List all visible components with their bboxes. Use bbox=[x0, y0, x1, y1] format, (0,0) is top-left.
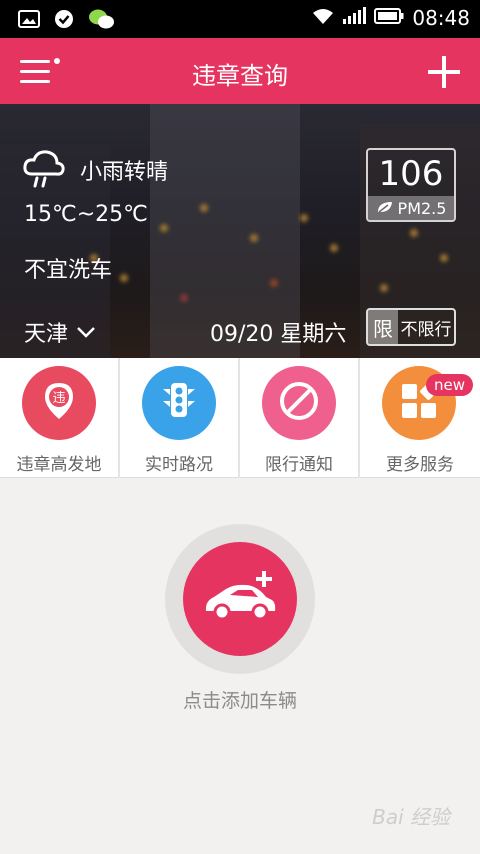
pm25-box[interactable]: 106 PM2.5 bbox=[366, 148, 456, 222]
add-vehicle-button[interactable] bbox=[183, 542, 297, 656]
watermark: Bai 经验 bbox=[372, 805, 450, 829]
wifi-icon bbox=[312, 7, 334, 29]
quick-item-label: 限行通知 bbox=[265, 455, 333, 475]
quick-item-traffic[interactable]: 实时路况 bbox=[120, 358, 240, 478]
svg-text:违: 违 bbox=[52, 391, 65, 406]
quick-item-label: 违章高发地 bbox=[16, 455, 102, 475]
quick-item-label: 更多服务 bbox=[386, 455, 454, 475]
pm25-value: 106 bbox=[378, 154, 444, 194]
quick-menu: 违 违章高发地 实时路况 限行通知 new 更多服务 bbox=[0, 358, 480, 478]
status-bar: 08:48 bbox=[0, 0, 480, 38]
image-icon bbox=[18, 10, 40, 32]
chevron-down-icon bbox=[76, 320, 96, 345]
restriction-status: 不限行 bbox=[400, 319, 452, 340]
date-text: 09/20 星期六 bbox=[210, 322, 347, 347]
quick-item-violation-hotspots[interactable]: 违 违章高发地 bbox=[0, 358, 120, 478]
violation-location-icon: 违 bbox=[42, 381, 76, 425]
new-badge: new bbox=[426, 374, 474, 396]
status-time: 08:48 bbox=[412, 6, 470, 30]
no-entry-icon bbox=[278, 380, 320, 426]
traffic-light-icon bbox=[160, 381, 198, 425]
quick-item-label: 实时路况 bbox=[145, 455, 213, 475]
weather-condition: 小雨转晴 bbox=[80, 160, 169, 185]
signal-icon bbox=[342, 7, 367, 29]
temperature: 15℃~25℃ bbox=[24, 202, 148, 227]
page-title: 违章查询 bbox=[192, 62, 288, 90]
city-selector[interactable]: 天津 bbox=[24, 316, 96, 348]
battery-icon bbox=[374, 7, 404, 29]
restriction-tag: 限 bbox=[368, 310, 398, 344]
vehicle-list-empty: 点击添加车辆 bbox=[0, 478, 480, 854]
rain-cloud-icon bbox=[22, 148, 66, 194]
quick-item-more-services[interactable]: new 更多服务 bbox=[360, 358, 480, 478]
add-icon[interactable] bbox=[428, 56, 460, 88]
car-add-icon bbox=[200, 567, 280, 631]
pm25-label: PM2.5 bbox=[397, 198, 447, 218]
weather-panel: 小雨转晴 15℃~25℃ 不宜洗车 106 PM2.5 天津 09/20 星期六… bbox=[0, 104, 480, 358]
wechat-icon bbox=[88, 8, 116, 34]
city-name: 天津 bbox=[24, 322, 69, 347]
leaf-icon bbox=[376, 199, 394, 218]
app-bar: 违章查询 bbox=[0, 38, 480, 104]
quick-item-restriction-notice[interactable]: 限行通知 bbox=[240, 358, 360, 478]
restriction-badge[interactable]: 限 不限行 bbox=[366, 308, 456, 346]
add-vehicle-label: 点击添加车辆 bbox=[182, 690, 297, 712]
car-wash-advice: 不宜洗车 bbox=[24, 258, 113, 283]
check-circle-icon bbox=[54, 9, 74, 33]
